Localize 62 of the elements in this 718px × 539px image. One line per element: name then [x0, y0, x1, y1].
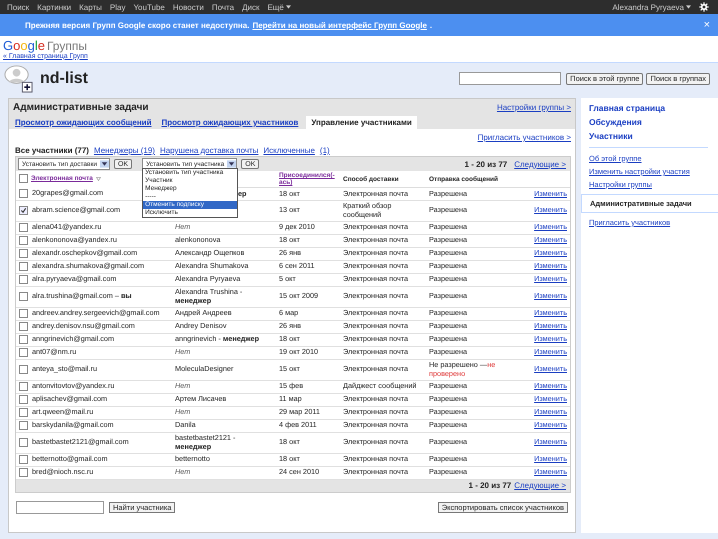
row-checkbox[interactable]	[19, 408, 28, 417]
invite-link[interactable]: Пригласить участников >	[478, 133, 571, 145]
account-menu[interactable]: Alexandra Pyryaeva	[608, 2, 695, 12]
panel-title: Административные задачи	[13, 102, 149, 113]
notice-punctuation: .	[430, 20, 432, 30]
group-settings-link[interactable]: Настройки группы >	[496, 103, 571, 112]
top-nav-link[interactable]: Картинки	[33, 2, 76, 12]
row-checkbox[interactable]	[19, 348, 28, 357]
row-checkbox[interactable]	[19, 275, 28, 284]
next-page-link[interactable]: Следующие >	[514, 481, 566, 490]
row-checkbox[interactable]	[19, 468, 28, 477]
member-search-field[interactable]	[16, 500, 104, 514]
top-nav-link[interactable]: Диск	[238, 2, 264, 12]
filter-tab[interactable]: Нарушена доставка почты	[160, 146, 258, 155]
logo: Google Группы	[3, 38, 87, 52]
sidebar-nav-link[interactable]: Обсуждения	[581, 115, 718, 129]
row-checkbox[interactable]	[19, 236, 28, 245]
next-page-link[interactable]: Следующие >	[514, 160, 566, 168]
filter-tab[interactable]: (1)	[320, 146, 330, 155]
filter-tab[interactable]: Исключенные	[263, 146, 315, 155]
sidebar-nav-link[interactable]: Участники	[581, 129, 718, 143]
row-checkbox[interactable]	[19, 421, 28, 430]
top-nav-link[interactable]: Карты	[75, 2, 106, 12]
row-checkbox[interactable]	[19, 438, 28, 447]
row-checkbox[interactable]	[19, 223, 28, 232]
row-checkbox[interactable]	[19, 335, 28, 344]
row-checkbox[interactable]	[19, 309, 28, 318]
search-field[interactable]	[459, 72, 562, 85]
tab[interactable]: Просмотр ожидающих участников	[160, 116, 304, 129]
sort-icon[interactable]	[96, 176, 101, 180]
tab[interactable]: Просмотр ожидающих сообщений	[13, 116, 156, 129]
dropdown-arrow-icon	[100, 160, 109, 168]
tab[interactable]: Управление участниками	[306, 116, 417, 129]
top-nav-link[interactable]: Поиск	[3, 2, 34, 12]
group-title: nd-list	[40, 70, 88, 88]
row-checkbox[interactable]	[19, 206, 28, 215]
settings-icon[interactable]	[699, 2, 709, 12]
top-nav-link[interactable]: Новости	[168, 2, 208, 12]
filter-tab[interactable]: Все участники (77)	[15, 146, 89, 155]
top-nav-link[interactable]: YouTube	[129, 2, 169, 12]
row-checkbox[interactable]	[19, 395, 28, 404]
row-checkbox[interactable]	[19, 292, 28, 301]
page-range: 1 - 20 из 77	[464, 160, 508, 168]
row-checkbox[interactable]	[19, 189, 28, 198]
row-checkbox[interactable]	[19, 262, 28, 271]
top-nav-link[interactable]: Play	[106, 2, 130, 12]
top-nav-link[interactable]: Ещё	[263, 2, 295, 12]
group-icon	[4, 64, 33, 93]
dropdown-arrow-icon	[227, 160, 236, 168]
row-checkbox[interactable]	[19, 455, 28, 464]
notice-text: Прежняя версия Групп Google скоро станет недоступна.	[25, 20, 250, 30]
caret-icon	[286, 5, 291, 9]
caret-icon	[686, 5, 691, 9]
row-checkbox[interactable]	[19, 322, 28, 331]
select-all-checkbox[interactable]	[19, 174, 28, 183]
top-nav-link[interactable]: Почта	[208, 2, 238, 12]
sidebar-nav-link[interactable]: Главная страница	[581, 101, 718, 115]
row-checkbox[interactable]	[19, 382, 28, 391]
page-range: 1 - 20 из 77	[468, 481, 512, 490]
row-checkbox[interactable]	[19, 365, 28, 374]
filter-tab[interactable]: Менеджеры (19)	[94, 146, 155, 155]
row-checkbox[interactable]	[19, 249, 28, 258]
